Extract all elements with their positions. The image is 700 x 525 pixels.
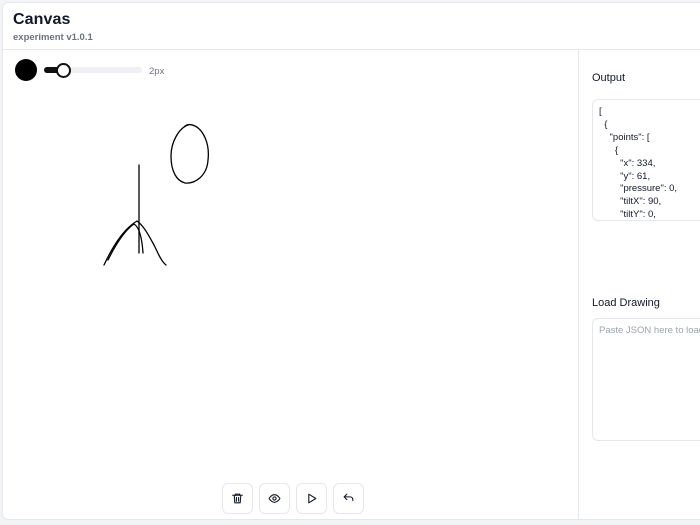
header: Canvas experiment v1.0.1 bbox=[3, 3, 700, 50]
load-drawing-title: Load Drawing bbox=[592, 297, 660, 309]
stroke-inner-arc bbox=[107, 223, 144, 261]
stroke-circle bbox=[170, 123, 209, 184]
brush-size-slider[interactable] bbox=[44, 63, 142, 78]
load-json-input[interactable] bbox=[593, 319, 700, 440]
side-panel: Output [ { "points": [ { "x": 334, "y": … bbox=[580, 50, 700, 519]
canvas-panel: 2px bbox=[3, 50, 579, 520]
output-json-text: [ { "points": [ { "x": 334, "y": 61, "pr… bbox=[599, 106, 678, 221]
preview-button[interactable] bbox=[259, 483, 290, 514]
trash-icon bbox=[232, 493, 243, 504]
output-json-box[interactable]: [ { "points": [ { "x": 334, "y": 61, "pr… bbox=[592, 99, 700, 221]
page-title: Canvas bbox=[13, 11, 71, 28]
output-title: Output bbox=[592, 72, 626, 84]
drawing-canvas[interactable] bbox=[3, 50, 579, 520]
brush-size-label: 2px bbox=[149, 66, 165, 77]
app-window: Canvas experiment v1.0.1 2px Output [{… bbox=[2, 2, 700, 520]
undo-icon bbox=[343, 493, 354, 502]
brush-color-swatch[interactable] bbox=[15, 59, 37, 81]
clear-button[interactable] bbox=[222, 483, 253, 514]
eye-icon bbox=[268, 494, 281, 503]
play-icon bbox=[308, 493, 317, 504]
undo-button[interactable] bbox=[333, 483, 364, 514]
slider-thumb[interactable] bbox=[55, 63, 71, 78]
version-label: experiment v1.0.1 bbox=[13, 32, 93, 43]
load-drawing-box bbox=[592, 318, 700, 441]
stroke-left-arc bbox=[103, 220, 167, 266]
play-button[interactable] bbox=[296, 483, 327, 514]
